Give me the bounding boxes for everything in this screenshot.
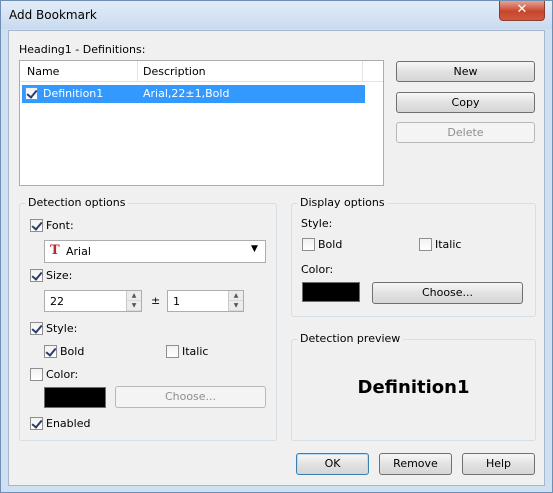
row-checkbox[interactable] bbox=[25, 87, 38, 100]
size-value: 22 bbox=[50, 295, 64, 308]
size-input[interactable]: 22 ▲ ▼ bbox=[44, 290, 142, 312]
bold-label: Bold bbox=[60, 345, 85, 358]
tolerance-spinner[interactable]: ▲ ▼ bbox=[228, 291, 243, 311]
title-bar[interactable]: Add Bookmark ✕ bbox=[1, 1, 552, 29]
spin-up-icon[interactable]: ▲ bbox=[229, 291, 243, 301]
spin-down-icon[interactable]: ▼ bbox=[127, 301, 141, 311]
size-label: Size: bbox=[46, 269, 73, 282]
row-description: Arial,22±1,Bold bbox=[143, 87, 230, 100]
column-divider bbox=[137, 61, 138, 82]
display-color-swatch[interactable] bbox=[302, 282, 360, 302]
display-choose-button[interactable]: Choose... bbox=[372, 282, 523, 304]
font-label: Font: bbox=[46, 219, 74, 232]
display-color-label: Color: bbox=[301, 263, 334, 276]
color-label: Color: bbox=[46, 368, 79, 381]
column-header-description[interactable]: Description bbox=[143, 65, 206, 78]
heading-label: Heading1 - Definitions: bbox=[19, 43, 146, 56]
bookmark-list[interactable]: Name Description Definition1 Arial,22±1,… bbox=[19, 60, 384, 186]
enabled-checkbox[interactable] bbox=[30, 417, 43, 430]
size-checkbox[interactable] bbox=[30, 269, 43, 282]
help-button[interactable]: Help bbox=[462, 453, 535, 475]
chevron-down-icon: ▼ bbox=[251, 244, 258, 254]
display-style-label: Style: bbox=[301, 217, 333, 230]
spin-up-icon[interactable]: ▲ bbox=[127, 291, 141, 301]
column-divider bbox=[362, 61, 363, 82]
tolerance-input[interactable]: 1 ▲ ▼ bbox=[167, 290, 244, 312]
font-type-icon: T bbox=[50, 243, 60, 258]
new-button[interactable]: New bbox=[396, 61, 535, 82]
dialog-client: Heading1 - Definitions: Name Description… bbox=[8, 30, 545, 486]
row-name: Definition1 bbox=[43, 87, 104, 100]
window-title: Add Bookmark bbox=[9, 8, 97, 22]
detection-preview-title: Detection preview bbox=[297, 332, 404, 345]
detection-color-swatch[interactable] bbox=[44, 387, 106, 408]
spin-down-icon[interactable]: ▼ bbox=[229, 301, 243, 311]
dialog-window: Add Bookmark ✕ Heading1 - Definitions: N… bbox=[0, 0, 553, 493]
close-button[interactable]: ✕ bbox=[499, 1, 545, 21]
bold-checkbox[interactable] bbox=[44, 345, 57, 358]
color-checkbox[interactable] bbox=[30, 368, 43, 381]
column-header-name[interactable]: Name bbox=[27, 65, 59, 78]
copy-button[interactable]: Copy bbox=[396, 92, 535, 113]
font-value: Arial bbox=[66, 245, 91, 258]
font-checkbox[interactable] bbox=[30, 219, 43, 232]
style-checkbox[interactable] bbox=[30, 322, 43, 335]
display-bold-checkbox[interactable] bbox=[302, 238, 315, 251]
display-options-title: Display options bbox=[297, 196, 388, 209]
list-row-selected[interactable]: Definition1 Arial,22±1,Bold bbox=[22, 85, 365, 103]
plusminus-label: ± bbox=[151, 294, 161, 307]
list-header: Name Description bbox=[20, 61, 383, 82]
font-select[interactable]: T Arial ▼ bbox=[44, 240, 266, 263]
delete-button[interactable]: Delete bbox=[396, 122, 535, 143]
display-italic-checkbox[interactable] bbox=[419, 238, 432, 251]
detection-options-title: Detection options bbox=[25, 196, 129, 209]
preview-text: Definition1 bbox=[357, 377, 470, 398]
enabled-label: Enabled bbox=[46, 417, 91, 430]
detection-choose-button[interactable]: Choose... bbox=[115, 386, 266, 408]
size-spinner[interactable]: ▲ ▼ bbox=[126, 291, 141, 311]
tolerance-value: 1 bbox=[173, 295, 180, 308]
ok-button[interactable]: OK bbox=[296, 453, 369, 475]
remove-button[interactable]: Remove bbox=[379, 453, 452, 475]
display-italic-label: Italic bbox=[435, 238, 462, 251]
display-bold-label: Bold bbox=[318, 238, 343, 251]
style-label: Style: bbox=[46, 322, 78, 335]
italic-label: Italic bbox=[182, 345, 209, 358]
italic-checkbox[interactable] bbox=[166, 345, 179, 358]
